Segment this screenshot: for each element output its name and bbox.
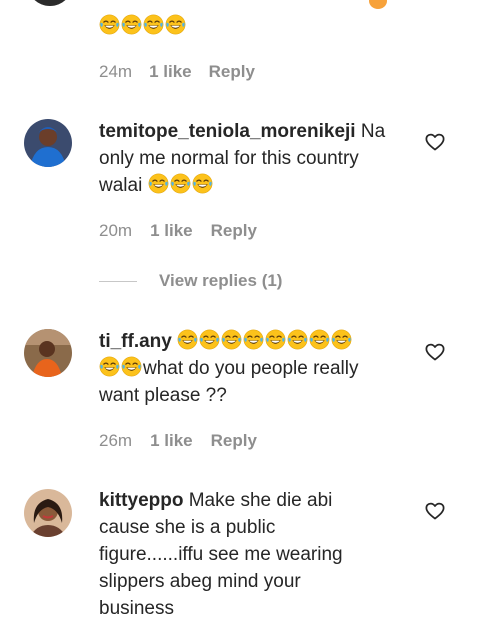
comment-body: ti_ff.any what do you people really want… — [99, 328, 409, 409]
laughing-emoji-icon — [99, 14, 120, 35]
laughing-emoji-icon — [265, 329, 286, 350]
comment-username[interactable]: kittyeppo — [99, 490, 183, 511]
comment-time: 26m — [99, 431, 133, 450]
comment-likes[interactable]: 1 like — [149, 62, 192, 82]
laughing-emoji-icon — [170, 173, 191, 194]
comment-text: want please ?? — [99, 385, 227, 406]
comment-time: 20m — [99, 221, 133, 240]
comment-username[interactable]: ti_ff.any — [99, 331, 172, 352]
comment-text: walai — [99, 175, 143, 196]
reply-button[interactable]: Reply — [209, 62, 255, 82]
comment-likes[interactable]: 1 like — [150, 221, 193, 241]
comment-username[interactable]: temitope_teniola_morenikeji — [99, 121, 356, 142]
laughing-emoji-icon — [309, 329, 330, 350]
laughing-emoji-icon — [331, 329, 352, 350]
top-comment-avatar-partial[interactable] — [27, 0, 73, 6]
avatar-image — [24, 489, 72, 537]
comment-text: slippers abeg mind your — [99, 571, 301, 592]
avatar[interactable] — [24, 489, 72, 537]
laughing-emoji-icon — [177, 329, 198, 350]
like-heart-icon[interactable] — [424, 131, 446, 153]
comment-text: figure......iffu see me wearing — [99, 544, 343, 565]
top-comment-heart-partial-icon — [369, 0, 387, 9]
avatar[interactable] — [24, 119, 72, 167]
laughing-emoji-icon — [243, 329, 264, 350]
comment-body: kittyeppo Make she die abi cause she is … — [99, 487, 409, 622]
laughing-emoji-icon — [287, 329, 308, 350]
comment-text: Na — [360, 121, 386, 142]
view-replies-divider — [99, 281, 137, 282]
laughing-emoji-icon — [192, 173, 213, 194]
laughing-emoji-icon — [148, 173, 169, 194]
avatar-image — [24, 329, 72, 377]
comment-meta: 26m 1 like Reply — [99, 431, 257, 451]
avatar[interactable] — [24, 329, 72, 377]
comment-likes[interactable]: 1 like — [150, 431, 193, 451]
laughing-emoji-icon — [121, 14, 142, 35]
laughing-emoji-icon — [121, 356, 142, 377]
top-comment-meta: 24m 1 like Reply — [99, 62, 255, 82]
laughing-emoji-icon — [99, 356, 120, 377]
top-comment-emoji-line — [99, 13, 187, 40]
avatar-image — [24, 119, 72, 167]
comment-meta: 20m 1 like Reply — [99, 221, 257, 241]
reply-button[interactable]: Reply — [211, 221, 257, 241]
laughing-emoji-icon — [221, 329, 242, 350]
comment-text: business — [99, 598, 174, 619]
comment-body: temitope_teniola_morenikeji Na only me n… — [99, 118, 409, 199]
comment-time: 24m — [99, 62, 133, 81]
like-heart-icon[interactable] — [424, 341, 446, 363]
reply-button[interactable]: Reply — [211, 431, 257, 451]
view-replies-button[interactable]: View replies (1) — [159, 271, 282, 291]
laughing-emoji-icon — [143, 14, 164, 35]
comment-text: Make she die abi — [188, 490, 333, 511]
comment-text: cause she is a public — [99, 517, 276, 538]
laughing-emoji-icon — [199, 329, 220, 350]
top-comment-text-partial — [140, 0, 300, 2]
laughing-emoji-icon — [165, 14, 186, 35]
comment-text: what do you people really — [143, 358, 359, 379]
like-heart-icon[interactable] — [424, 500, 446, 522]
comment-text: only me normal for this country — [99, 148, 359, 169]
